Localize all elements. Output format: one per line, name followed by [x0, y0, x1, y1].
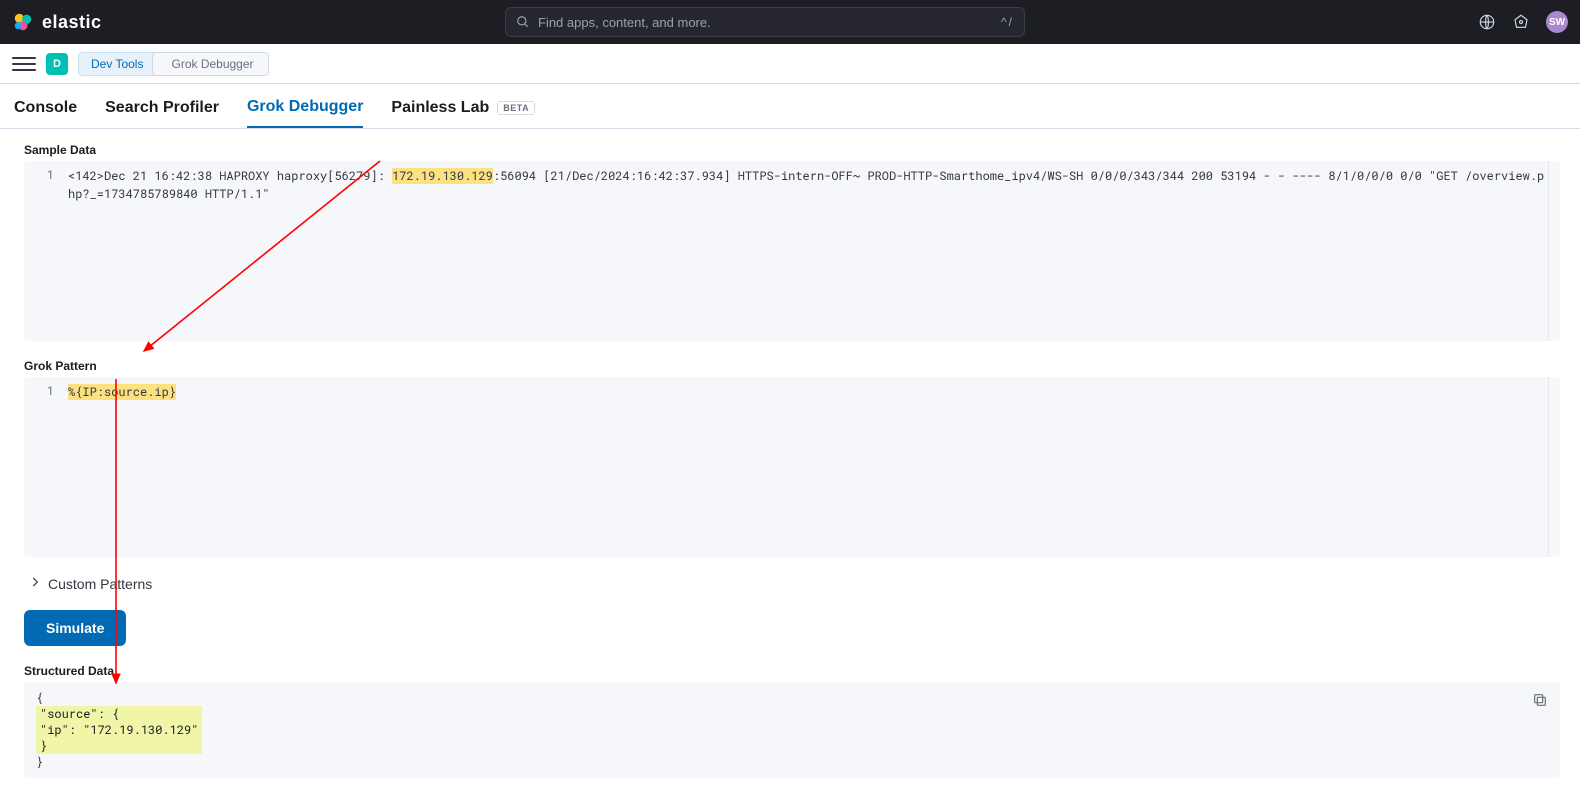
brand-logo[interactable]: elastic — [12, 11, 102, 33]
elastic-logo-icon — [12, 11, 34, 33]
sample-code[interactable]: <142>Dec 21 16:42:38 HAPROXY haproxy[562… — [64, 161, 1560, 341]
simulate-button[interactable]: Simulate — [24, 610, 126, 646]
app-chip[interactable]: D — [46, 53, 68, 75]
search-icon — [516, 15, 530, 29]
sample-data-editor[interactable]: 1 <142>Dec 21 16:42:38 HAPROXY haproxy[5… — [24, 161, 1560, 341]
pattern-code[interactable]: %{IP:source.ip} — [64, 377, 1560, 557]
label-structured-data: Structured Data — [24, 664, 1560, 678]
copy-icon[interactable] — [1532, 692, 1548, 712]
newsfeed-icon[interactable] — [1512, 13, 1530, 31]
beta-badge: BETA — [497, 101, 535, 115]
label-sample-data: Sample Data — [24, 143, 1560, 157]
globe-icon[interactable] — [1478, 13, 1496, 31]
brand-text: elastic — [42, 12, 102, 33]
top-right-actions: SW — [1478, 11, 1568, 33]
tab-search-profiler[interactable]: Search Profiler — [105, 98, 219, 128]
highlight-ip: 172.19.130.129 — [392, 168, 493, 184]
scroll-indicator — [1548, 161, 1560, 341]
chevron-right-icon — [28, 575, 42, 592]
user-avatar[interactable]: SW — [1546, 11, 1568, 33]
main-content: Sample Data 1 <142>Dec 21 16:42:38 HAPRO… — [0, 129, 1580, 792]
avatar-initials: SW — [1549, 17, 1565, 28]
nav-bar: D Dev Tools Grok Debugger — [0, 44, 1580, 84]
tab-painless-lab[interactable]: Painless Lab BETA — [391, 98, 535, 128]
tab-grok-debugger[interactable]: Grok Debugger — [247, 98, 363, 128]
custom-patterns-toggle[interactable]: Custom Patterns — [24, 567, 1560, 610]
structured-data-output: { "source": { "ip": "172.19.130.129" } } — [24, 682, 1560, 778]
label-grok-pattern: Grok Pattern — [24, 359, 1560, 373]
top-bar: elastic Find apps, content, and more. ^/… — [0, 0, 1580, 44]
pattern-gutter: 1 — [24, 377, 64, 557]
breadcrumb-devtools[interactable]: Dev Tools — [78, 52, 158, 76]
sample-gutter: 1 — [24, 161, 64, 341]
global-search[interactable]: Find apps, content, and more. ^/ — [505, 7, 1025, 37]
breadcrumb: Dev Tools Grok Debugger — [78, 52, 269, 76]
scroll-indicator — [1548, 377, 1560, 557]
highlight-pattern: %{IP:source.ip} — [68, 384, 176, 400]
highlight-output: "source": { "ip": "172.19.130.129" } — [36, 706, 202, 754]
search-shortcut: ^/ — [1001, 15, 1014, 29]
tab-bar: Console Search Profiler Grok Debugger Pa… — [0, 84, 1580, 129]
grok-pattern-editor[interactable]: 1 %{IP:source.ip} — [24, 377, 1560, 557]
search-placeholder: Find apps, content, and more. — [538, 15, 711, 30]
breadcrumb-grok[interactable]: Grok Debugger — [152, 52, 268, 76]
menu-toggle-icon[interactable] — [12, 52, 36, 76]
tab-console[interactable]: Console — [14, 98, 77, 128]
